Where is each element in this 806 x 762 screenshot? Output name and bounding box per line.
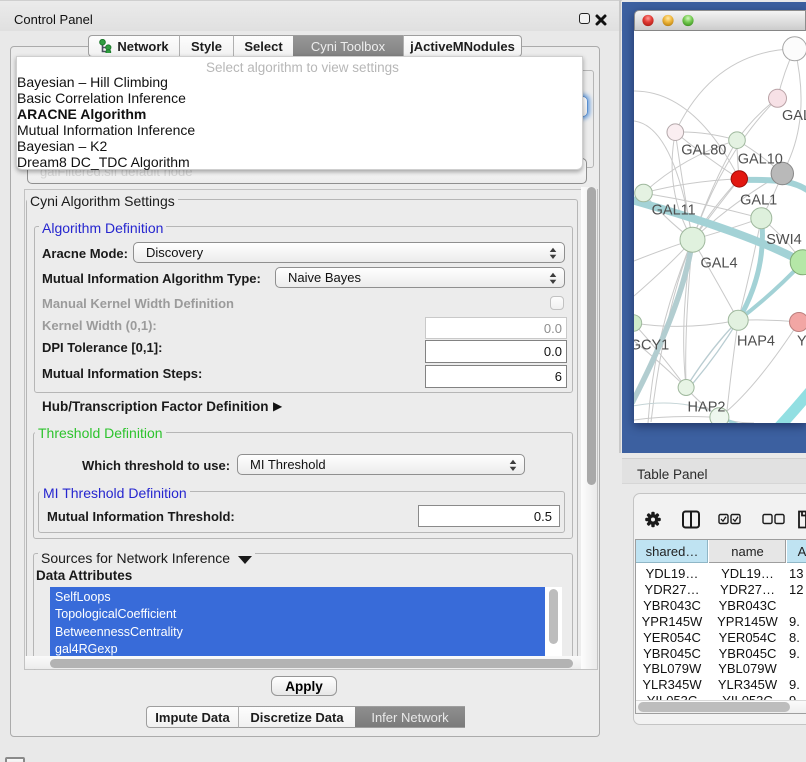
svg-text:GAL10: GAL10 (738, 152, 783, 168)
svg-text:YJ: YJ (797, 333, 806, 349)
svg-text:GCY1: GCY1 (634, 338, 669, 354)
svg-text:HAP2: HAP2 (688, 399, 726, 415)
svg-text:SWI4: SWI4 (766, 232, 801, 248)
svg-text:HAP4: HAP4 (737, 333, 775, 349)
svg-text:GAL4: GAL4 (700, 256, 737, 272)
svg-text:GAL1: GAL1 (740, 192, 777, 208)
svg-text:GAL11: GAL11 (652, 203, 696, 219)
svg-text:GAL2: GAL2 (782, 108, 806, 124)
svg-text:GAL80: GAL80 (681, 142, 726, 158)
